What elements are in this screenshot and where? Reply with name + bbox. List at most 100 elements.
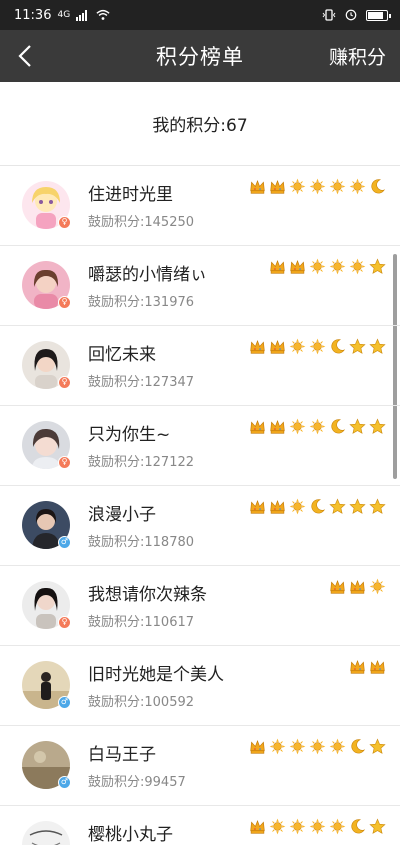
crown-icon — [269, 258, 286, 275]
avatar: ♀ — [22, 821, 70, 845]
crown-icon — [249, 418, 266, 435]
chevron-left-icon — [18, 45, 31, 67]
avatar: ♂ — [22, 661, 71, 709]
user-score: 鼓励积分:131976 — [88, 295, 195, 310]
female-badge-icon: ♀ — [58, 376, 71, 389]
sun-icon — [269, 818, 286, 835]
status-bar: 11:36 4G — [0, 0, 400, 30]
user-score: 鼓励积分:127347 — [88, 375, 195, 390]
list-item[interactable]: ♀ 嚼瑟的小情绪ぃ 鼓励积分:131976 — [0, 246, 400, 326]
user-name: 回忆未来 — [88, 345, 156, 365]
sun-icon — [329, 738, 346, 755]
user-name: 樱桃小丸子 — [88, 825, 173, 845]
female-badge-icon: ♀ — [58, 456, 71, 469]
ranking-list: ♀ 住进时光里 鼓励积分:145250 ♀ 嚼瑟的小情绪ぃ 鼓励积分:13197… — [0, 166, 400, 845]
star-icon — [349, 418, 366, 435]
sun-icon — [309, 258, 326, 275]
avatar: ♀ — [22, 181, 71, 229]
female-badge-icon: ♀ — [58, 616, 71, 629]
crown-icon — [249, 738, 266, 755]
level-icons — [269, 258, 386, 275]
sun-icon — [289, 818, 306, 835]
my-score: 我的积分:67 — [0, 82, 400, 166]
sun-icon — [289, 338, 306, 355]
crown-icon — [369, 658, 386, 675]
moon-icon — [329, 338, 346, 355]
level-icons — [349, 658, 386, 675]
vibrate-icon — [322, 9, 336, 21]
star-icon — [349, 498, 366, 515]
sun-icon — [289, 498, 306, 515]
alarm-icon — [345, 9, 357, 21]
list-item[interactable]: ♀ 樱桃小丸子 — [0, 806, 400, 845]
star-icon — [329, 498, 346, 515]
sun-icon — [309, 178, 326, 195]
signal-bars-icon — [76, 10, 88, 21]
user-name: 只为你生~ — [88, 425, 171, 445]
status-time: 11:36 — [14, 7, 52, 23]
user-score: 鼓励积分:127122 — [88, 455, 195, 470]
star-icon — [369, 338, 386, 355]
user-score: 鼓励积分:118780 — [88, 535, 195, 550]
star-icon — [369, 498, 386, 515]
list-item[interactable]: ♀ 只为你生~ 鼓励积分:127122 — [0, 406, 400, 486]
male-badge-icon: ♂ — [58, 776, 71, 789]
earn-points-button[interactable]: 赚积分 — [329, 43, 386, 70]
sun-icon — [369, 578, 386, 595]
female-badge-icon: ♀ — [58, 216, 71, 229]
crown-icon — [269, 418, 286, 435]
user-name: 浪漫小子 — [88, 505, 156, 525]
list-item[interactable]: ♀ 住进时光里 鼓励积分:145250 — [0, 166, 400, 246]
moon-icon — [349, 818, 366, 835]
crown-icon — [289, 258, 306, 275]
moon-icon — [309, 498, 326, 515]
user-name: 白马王子 — [88, 745, 156, 765]
avatar: ♀ — [22, 261, 71, 309]
list-item[interactable]: ♀ 回忆未来 鼓励积分:127347 — [0, 326, 400, 406]
moon-icon — [369, 178, 386, 195]
crown-icon — [249, 498, 266, 515]
crown-icon — [329, 578, 346, 595]
sun-icon — [309, 338, 326, 355]
star-icon — [369, 258, 386, 275]
sun-icon — [329, 178, 346, 195]
level-icons — [329, 578, 386, 595]
list-item[interactable]: ♀ 我想请你次辣条 鼓励积分:110617 — [0, 566, 400, 646]
crown-icon — [269, 178, 286, 195]
avatar-image — [22, 821, 70, 845]
user-name: 旧时光她是个美人 — [88, 665, 224, 685]
sun-icon — [289, 418, 306, 435]
avatar: ♀ — [22, 341, 71, 389]
sun-icon — [309, 738, 326, 755]
wifi-icon — [96, 9, 110, 20]
level-icons — [249, 738, 386, 755]
user-score: 鼓励积分:100592 — [88, 695, 195, 710]
list-item[interactable]: ♂ 白马王子 鼓励积分:99457 — [0, 726, 400, 806]
star-icon — [369, 418, 386, 435]
crown-icon — [349, 578, 366, 595]
moon-icon — [349, 738, 366, 755]
sun-icon — [309, 418, 326, 435]
star-icon — [349, 338, 366, 355]
avatar: ♂ — [22, 741, 71, 789]
list-item[interactable]: ♂ 浪漫小子 鼓励积分:118780 — [0, 486, 400, 566]
crown-icon — [269, 338, 286, 355]
crown-icon — [249, 338, 266, 355]
crown-icon — [249, 818, 266, 835]
list-item[interactable]: ♂ 旧时光她是个美人 鼓励积分:100592 — [0, 646, 400, 726]
sun-icon — [349, 258, 366, 275]
female-badge-icon: ♀ — [58, 296, 71, 309]
sun-icon — [289, 178, 306, 195]
sun-icon — [329, 258, 346, 275]
user-score: 鼓励积分:145250 — [88, 215, 195, 230]
level-icons — [249, 338, 386, 355]
star-icon — [369, 738, 386, 755]
user-name: 住进时光里 — [88, 185, 173, 205]
level-icons — [249, 178, 386, 195]
avatar: ♀ — [22, 581, 71, 629]
male-badge-icon: ♂ — [58, 696, 71, 709]
avatar: ♀ — [22, 421, 71, 469]
back-button[interactable] — [0, 30, 50, 82]
nav-bar: 积分榜单 赚积分 — [0, 30, 400, 82]
sun-icon — [309, 818, 326, 835]
